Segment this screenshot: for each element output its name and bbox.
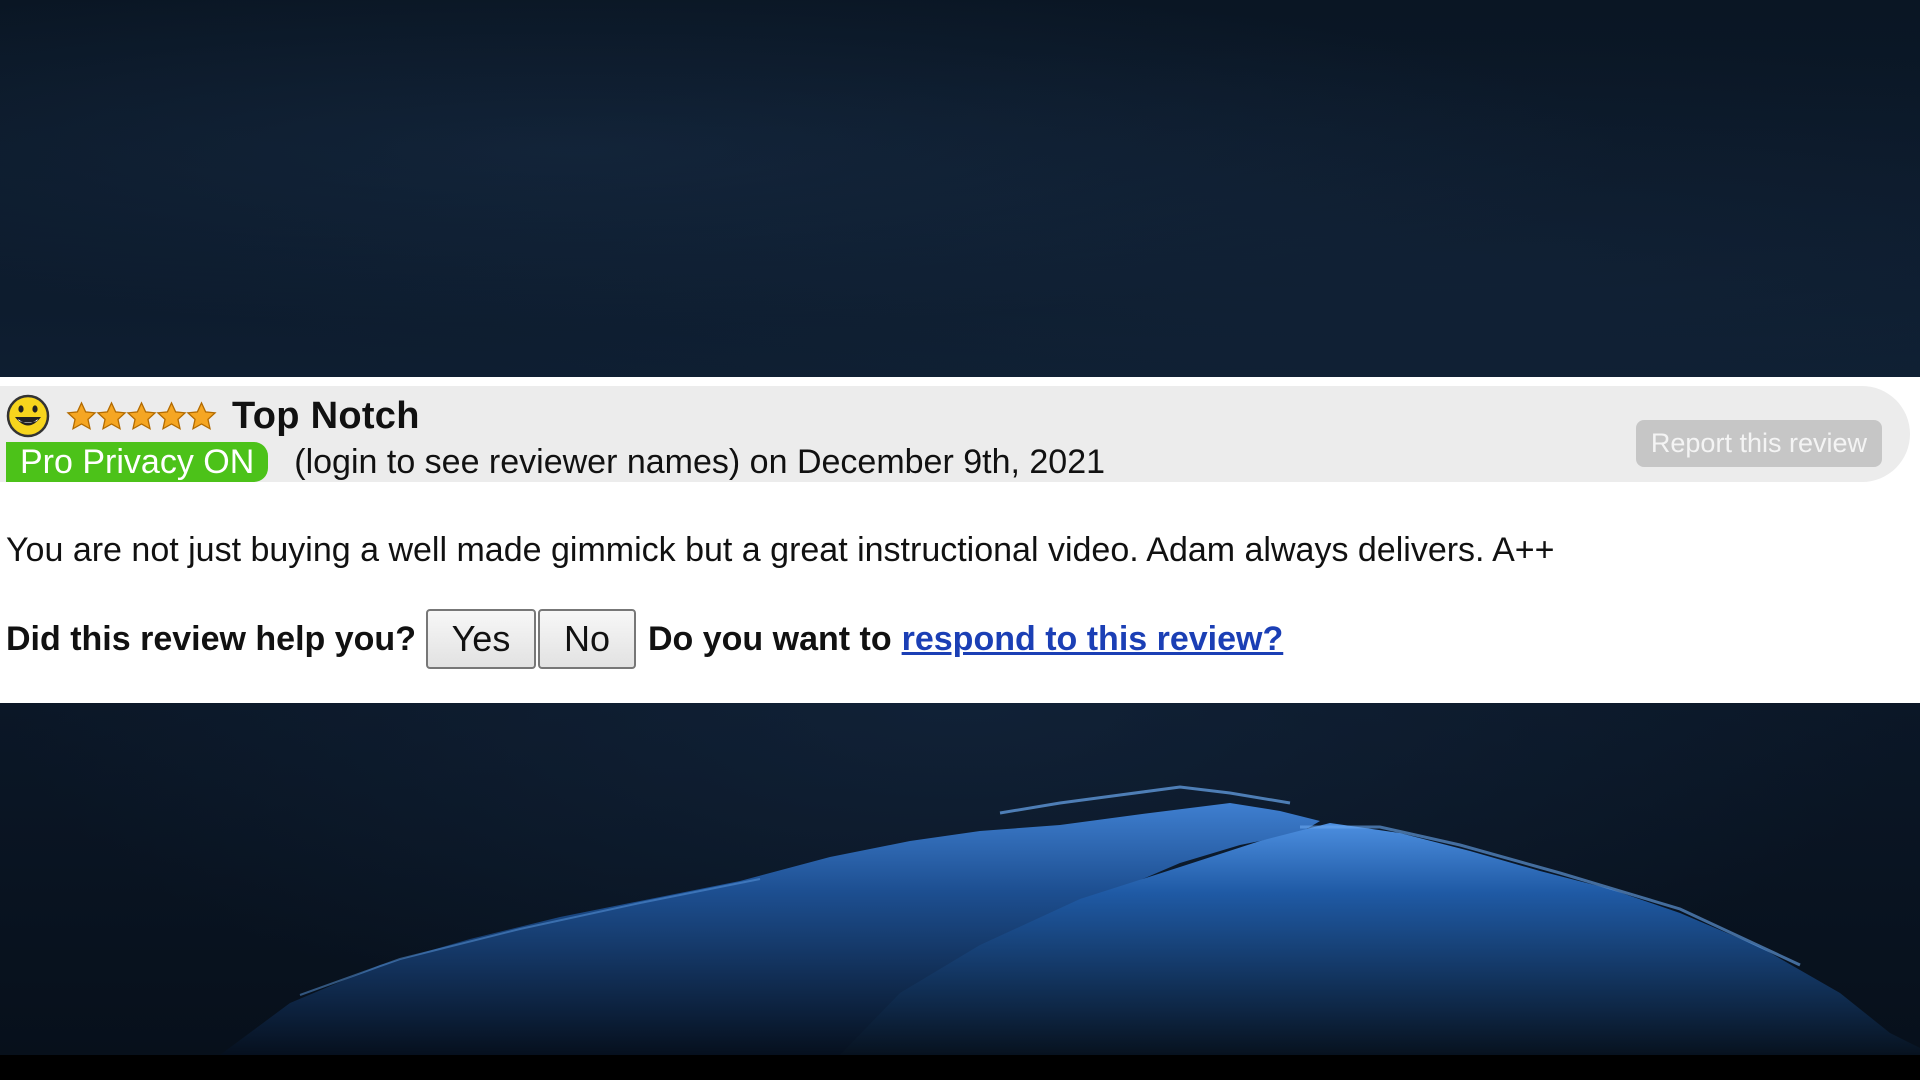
rock-silhouette bbox=[220, 785, 1920, 1055]
review-title-row: Top Notch bbox=[6, 393, 420, 439]
smiley-face-icon bbox=[6, 394, 50, 438]
review-header: Top Notch Pro Privacy ON (login to see r… bbox=[0, 386, 1910, 482]
review-title: Top Notch bbox=[232, 394, 420, 437]
star-icon bbox=[186, 400, 217, 430]
review-meta-text: (login to see reviewer names) on Decembe… bbox=[294, 442, 1106, 481]
letterbox-bar bbox=[0, 1055, 1920, 1080]
star-icon bbox=[156, 400, 187, 430]
respond-prompt: Do you want to bbox=[647, 619, 892, 658]
star-icon bbox=[66, 400, 97, 430]
review-card: Top Notch Pro Privacy ON (login to see r… bbox=[0, 377, 1920, 703]
review-body-text: You are not just buying a well made gimm… bbox=[6, 531, 1555, 569]
dark-texture-background bbox=[0, 0, 1920, 377]
star-icon bbox=[126, 400, 157, 430]
helpfulness-question: Did this review help you? bbox=[6, 619, 416, 658]
review-meta-row: Pro Privacy ON (login to see reviewer na… bbox=[6, 442, 1105, 482]
star-icon bbox=[96, 400, 127, 430]
report-review-button[interactable]: Report this review bbox=[1635, 420, 1882, 467]
star-rating bbox=[66, 400, 217, 432]
yes-button[interactable]: Yes bbox=[425, 609, 536, 669]
privacy-badge: Pro Privacy ON bbox=[6, 442, 269, 482]
helpfulness-row: Did this review help you? Yes No Do you … bbox=[6, 607, 1283, 671]
respond-link[interactable]: respond to this review? bbox=[902, 620, 1284, 659]
video-frame: Top Notch Pro Privacy ON (login to see r… bbox=[0, 0, 1920, 1080]
rock-landscape-background bbox=[0, 703, 1920, 1055]
no-button[interactable]: No bbox=[537, 609, 636, 669]
